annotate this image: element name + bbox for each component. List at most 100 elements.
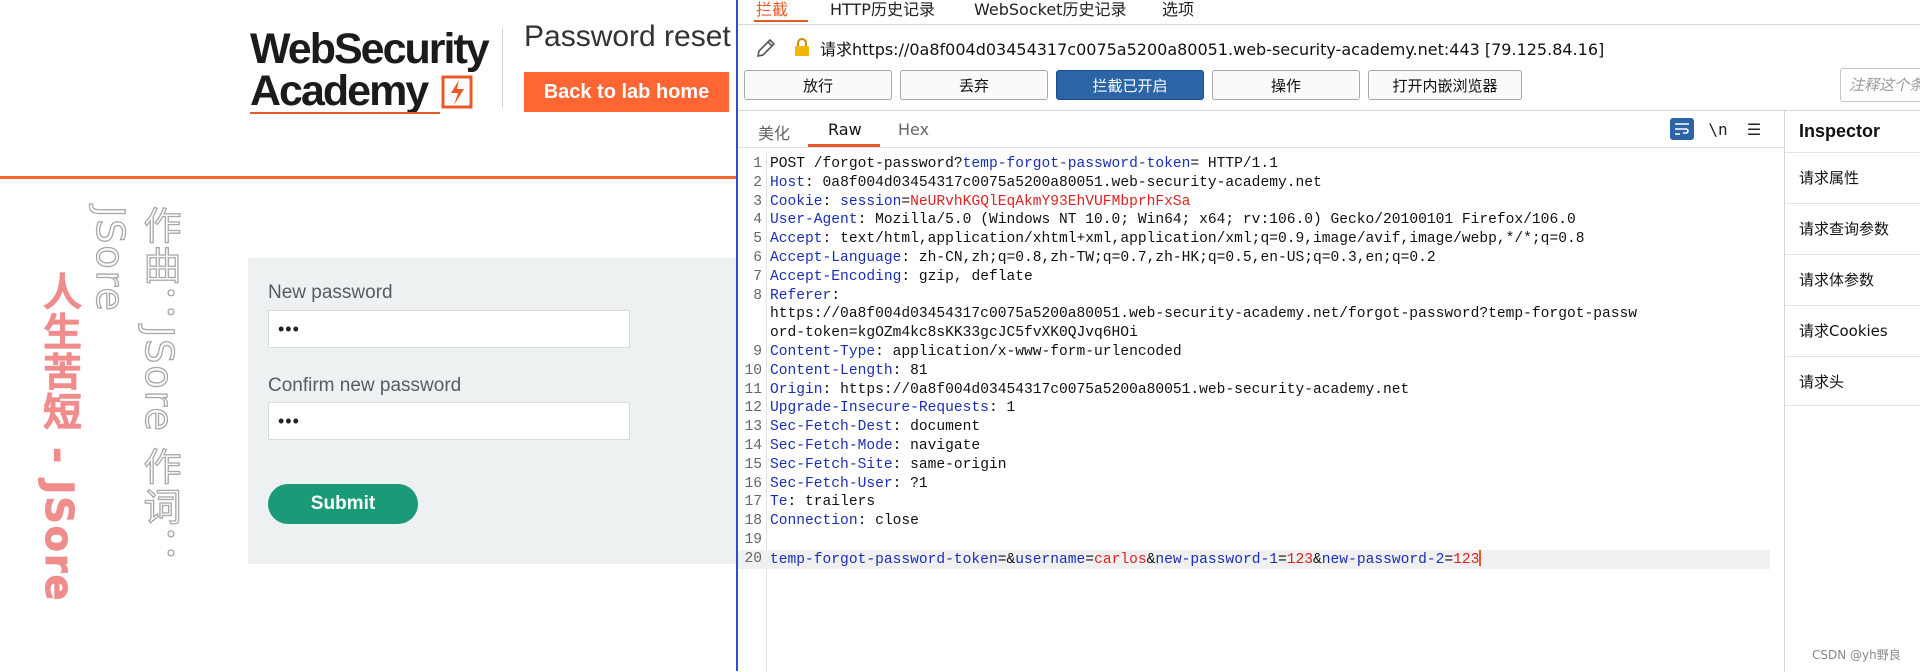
cookie-equals: =: [901, 193, 911, 210]
logo-text-line1: WebSecurity: [250, 25, 490, 73]
action-button[interactable]: 操作: [1212, 70, 1360, 100]
active-tab-indicator: [754, 20, 808, 22]
line-text: Accept: text/html,application/xhtml+xml,…: [770, 230, 1584, 249]
line-text: Sec-Fetch-Mode: navigate: [770, 437, 980, 456]
line-text: Connection: close: [770, 512, 919, 531]
header-colon: :: [875, 344, 884, 360]
code-line: ord-token=kgOZm4kc8sKK33gcJC5fvXK0QJvq6H…: [738, 324, 1784, 343]
code-line: 2 Host: 0a8f004d03454317c0075a5200a80051.…: [738, 174, 1784, 193]
line-text: ord-token=kgOZm4kc8sKK33gcJC5fvXK0QJvq6H…: [770, 324, 1138, 343]
lightning-logo-icon: [441, 75, 473, 109]
back-to-lab-home-button[interactable]: Back to lab home: [524, 72, 729, 112]
pencil-icon[interactable]: [754, 36, 778, 60]
editor-active-tab-indicator: [808, 144, 880, 147]
tab-http-history[interactable]: HTTP历史记录: [830, 0, 935, 20]
request-target: 请求https://0a8f004d03454317c0075a5200a800…: [820, 40, 1605, 59]
lab-page: WebSecurity Academy Password reset Back …: [0, 0, 736, 671]
line-text: temp-forgot-password-token=&username=car…: [770, 549, 1482, 570]
header-value: https://0a8f004d03454317c0075a5200a80051…: [831, 381, 1410, 398]
header-value: zh-CN,zh;q=0.8,zh-TW;q=0.7,zh-HK;q=0.5,e…: [910, 250, 1436, 266]
header-colon: :: [988, 400, 998, 417]
password-reset-form: New password ••• Confirm new password ••…: [248, 258, 736, 564]
comment-input[interactable]: 注释这个条目: [1840, 68, 1920, 102]
code-line: 3 Cookie: session=NeURvhKGQlEqAkmY93EhVUF…: [738, 193, 1784, 212]
code-line: 5 Accept: text/html,application/xhtml+xml…: [738, 230, 1784, 249]
line-number: 13: [744, 419, 762, 436]
header-value: trailers: [796, 494, 876, 511]
editor-tab-bar: 美化 Raw Hex \n ☰: [738, 111, 1784, 148]
line-number: 6: [753, 250, 762, 266]
tab-hex[interactable]: Hex: [898, 120, 929, 139]
header-colon: :: [822, 381, 832, 398]
header-value: ?1: [901, 475, 928, 492]
tab-intercept[interactable]: 拦截: [756, 0, 788, 20]
lock-icon: [795, 38, 809, 56]
line-number: 8: [753, 287, 762, 304]
page-title: Password reset: [524, 20, 731, 53]
intercept-on-button[interactable]: 拦截已开启: [1056, 70, 1204, 100]
line-text: User-Agent: Mozilla/5.0 (Windows NT 10.0…: [770, 211, 1576, 230]
header-value: navigate: [901, 438, 981, 454]
forward-button[interactable]: 放行: [744, 70, 892, 100]
cookie-value: NeURvhKGQlEqAkmY93EhVUFMbprhFxSa: [910, 193, 1191, 210]
tab-raw[interactable]: Raw: [828, 120, 862, 139]
request-code[interactable]: 1 POST /forgot-password?temp-forgot-passw…: [738, 153, 1784, 672]
header-name: Host: [770, 174, 806, 191]
param-name: username: [1015, 551, 1086, 568]
header-value: document: [901, 419, 981, 436]
line-number: 10: [744, 362, 762, 379]
inspector-query-params[interactable]: 请求查询参数: [1785, 203, 1920, 253]
new-password-label: New password: [268, 282, 393, 303]
code-line: 4 User-Agent: Mozilla/5.0 (Windows NT 10.…: [738, 211, 1784, 230]
new-password-input[interactable]: •••: [268, 310, 630, 348]
csdn-watermark: CSDN @yh野良: [1812, 648, 1901, 662]
open-browser-button[interactable]: 打开内嵌浏览器: [1368, 70, 1522, 100]
header-colon: :: [822, 231, 832, 248]
code-line: 14 Sec-Fetch-Mode: navigate: [738, 437, 1784, 456]
code-line: 19: [738, 531, 1784, 550]
wrap-lines-icon: [1675, 123, 1689, 135]
header-name: Sec-Fetch-User: [770, 475, 893, 492]
inspector-cookies[interactable]: 请求Cookies: [1785, 305, 1920, 355]
tab-options[interactable]: 选项: [1162, 0, 1194, 20]
wrap-icon[interactable]: [1670, 118, 1694, 140]
web-security-academy-logo[interactable]: WebSecurity Academy: [250, 26, 500, 116]
line-number: 18: [744, 513, 762, 530]
line-text: Content-Type: application/x-www-form-url…: [770, 343, 1182, 362]
line-text: Te: trailers: [770, 493, 875, 512]
code-line: 1 POST /forgot-password?temp-forgot-passw…: [738, 155, 1784, 174]
burp-proxy-window: 拦截 HTTP历史记录 WebSocket历史记录 选项 请求https://0…: [736, 0, 1920, 672]
newline-toggle[interactable]: \n: [1706, 118, 1730, 140]
cookie-name: session: [831, 193, 902, 210]
line-text: Accept-Encoding: gzip, deflate: [770, 268, 1033, 287]
tab-pretty[interactable]: 美化: [758, 120, 790, 144]
line-number: 3: [753, 193, 762, 210]
header-name: Cookie: [770, 193, 823, 210]
line-text: Accept-Language: zh-CN,zh;q=0.8,zh-TW;q=…: [770, 249, 1436, 268]
code-line: 10 Content-Length: 81: [738, 362, 1784, 381]
inspector-panel: Inspector 请求属性 请求查询参数 请求体参数 请求Cookies 请求…: [1784, 110, 1920, 672]
line-number: 15: [744, 456, 762, 473]
header-name: Connection: [770, 513, 858, 530]
line-text: Sec-Fetch-Dest: document: [770, 418, 980, 437]
header-name: User-Agent: [770, 212, 858, 229]
param-name: temp-forgot-password-token: [770, 551, 998, 568]
line-number: 19: [744, 532, 762, 548]
inspector-headers[interactable]: 请求头: [1785, 356, 1920, 406]
param-equals: =: [1277, 551, 1287, 568]
header-name: Accept-Language: [770, 250, 902, 266]
line-number: 9: [753, 344, 762, 360]
param-name: new-password-1: [1155, 551, 1278, 568]
line-number: 20: [744, 550, 762, 567]
drop-button[interactable]: 丢弃: [900, 70, 1048, 100]
line-number: 16: [744, 475, 762, 492]
param-name: new-password-2: [1321, 551, 1445, 568]
tab-websocket-history[interactable]: WebSocket历史记录: [974, 0, 1126, 20]
inspector-body-params[interactable]: 请求体参数: [1785, 254, 1920, 304]
request-info-bar: 请求https://0a8f004d03454317c0075a5200a800…: [748, 34, 1898, 60]
menu-icon[interactable]: ☰: [1742, 118, 1766, 140]
code-line: 12 Upgrade-Insecure-Requests: 1: [738, 399, 1784, 418]
confirm-password-input[interactable]: •••: [268, 402, 630, 440]
submit-button[interactable]: Submit: [268, 484, 418, 524]
inspector-request-attributes[interactable]: 请求属性: [1785, 152, 1920, 202]
